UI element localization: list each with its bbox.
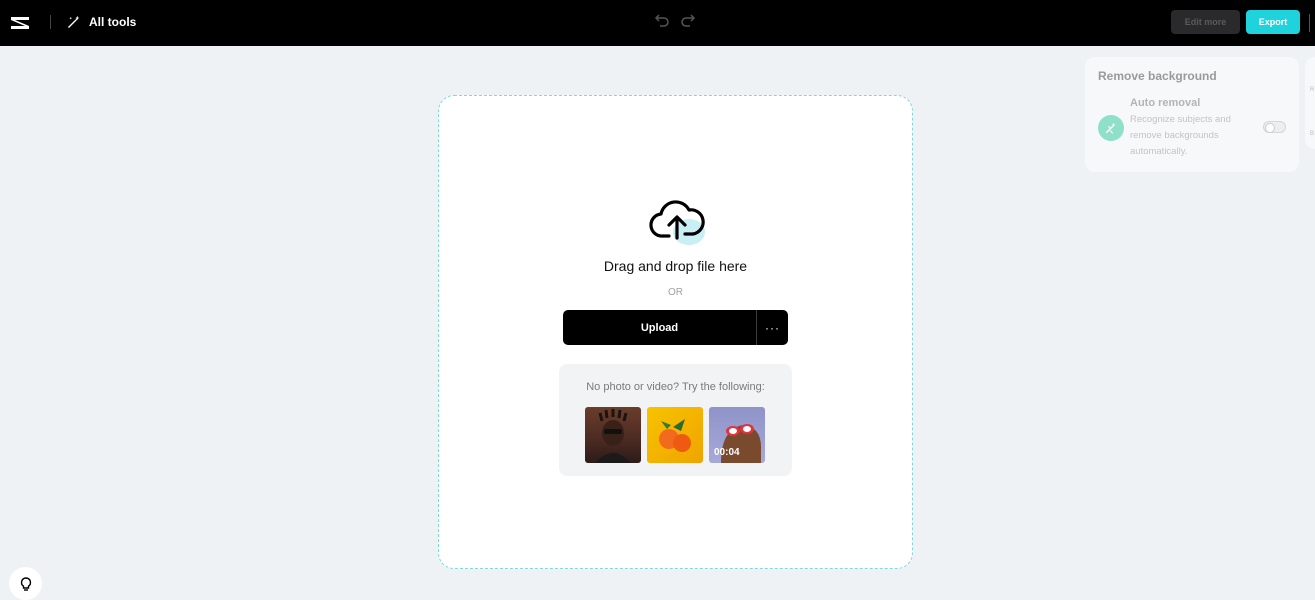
- topbar-edge-divider: [1309, 14, 1310, 32]
- auto-removal-toggle[interactable]: [1263, 121, 1286, 133]
- redo-icon[interactable]: [680, 12, 696, 28]
- all-tools-button[interactable]: All tools: [67, 14, 136, 29]
- edit-more-button[interactable]: Edit more: [1171, 10, 1240, 34]
- sample-thumbnail-dog-video[interactable]: 00:04: [709, 407, 765, 463]
- cloud-upload-icon: [649, 200, 705, 245]
- side-panel-edge[interactable]: R B: [1305, 57, 1315, 149]
- undo-redo-group: [654, 12, 696, 28]
- remove-background-panel: Remove background Auto removal Recognize…: [1085, 57, 1299, 172]
- auto-removal-icon: [1098, 115, 1124, 141]
- auto-removal-title: Auto removal: [1130, 97, 1201, 109]
- auto-removal-description: Recognize subjects and remove background…: [1130, 114, 1231, 157]
- side-panel-label-r: R: [1310, 87, 1315, 93]
- export-button[interactable]: Export: [1246, 10, 1300, 34]
- topbar-divider: [50, 15, 51, 29]
- more-upload-options-button[interactable]: ···: [757, 310, 788, 345]
- dropzone-title: Drag and drop file here: [603, 258, 748, 274]
- sample-thumbnails: 00:04: [585, 407, 765, 463]
- magic-wand-icon: [68, 15, 80, 28]
- panel-title: Remove background: [1098, 69, 1217, 83]
- undo-icon[interactable]: [654, 12, 670, 28]
- capcut-logo-icon[interactable]: [9, 12, 31, 34]
- side-panel-label-b: B: [1310, 131, 1315, 137]
- sample-prompt: No photo or video? Try the following:: [586, 381, 765, 393]
- tips-button[interactable]: [9, 567, 42, 600]
- lightbulb-icon: [20, 576, 31, 591]
- or-separator: OR: [668, 287, 683, 298]
- sample-thumbnail-person[interactable]: [585, 407, 641, 463]
- file-dropzone[interactable]: Drag and drop file here OR Upload ··· No…: [438, 95, 913, 569]
- sample-media-panel: No photo or video? Try the following: 00…: [559, 364, 792, 476]
- upload-button[interactable]: Upload: [563, 310, 756, 345]
- all-tools-label: All tools: [89, 14, 137, 29]
- video-duration: 00:04: [714, 447, 740, 458]
- upload-button-group: Upload ···: [563, 310, 788, 345]
- top-bar: All tools Edit more Export: [0, 0, 1315, 46]
- sample-thumbnail-oranges[interactable]: [647, 407, 703, 463]
